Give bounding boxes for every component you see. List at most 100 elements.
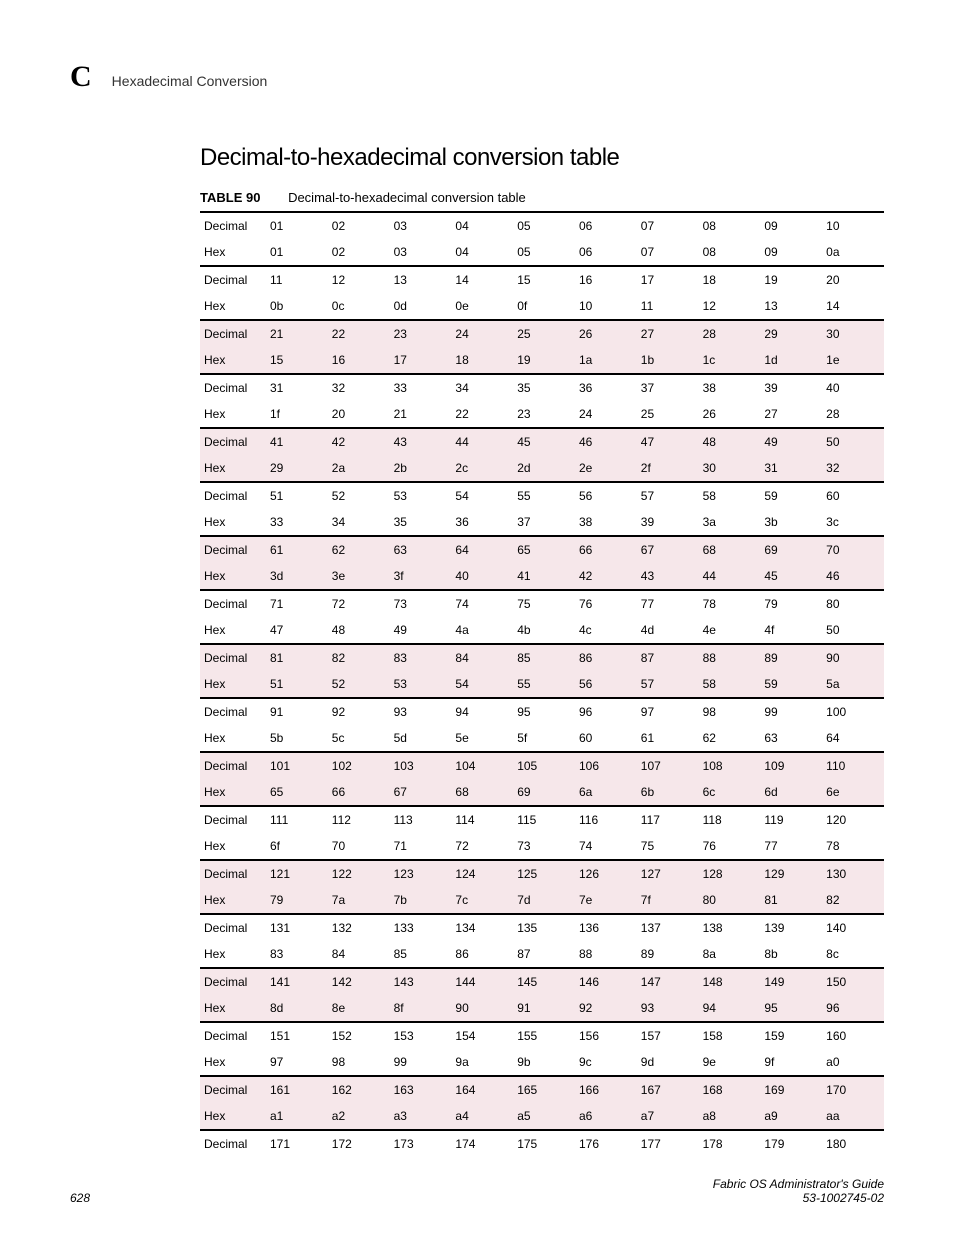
cell-hex: 47 — [266, 617, 328, 644]
cell-decimal: 137 — [637, 914, 699, 941]
cell-decimal: 72 — [328, 590, 390, 617]
row-label-hex: Hex — [200, 617, 266, 644]
cell-decimal: 47 — [637, 428, 699, 455]
cell-decimal: 26 — [575, 320, 637, 347]
cell-hex: 4b — [513, 617, 575, 644]
cell-hex: 03 — [390, 239, 452, 266]
cell-decimal: 180 — [822, 1130, 884, 1157]
cell-hex: 1a — [575, 347, 637, 374]
cell-hex: 77 — [760, 833, 822, 860]
cell-decimal: 63 — [390, 536, 452, 563]
cell-decimal: 151 — [266, 1022, 328, 1049]
cell-hex: 56 — [575, 671, 637, 698]
cell-decimal: 78 — [699, 590, 761, 617]
cell-decimal: 120 — [822, 806, 884, 833]
cell-decimal: 86 — [575, 644, 637, 671]
table-row: Hex0102030405060708090a — [200, 239, 884, 266]
appendix-letter: C — [70, 60, 92, 94]
cell-decimal: 15 — [513, 266, 575, 293]
cell-decimal: 42 — [328, 428, 390, 455]
cell-decimal: 23 — [390, 320, 452, 347]
cell-hex: 3f — [390, 563, 452, 590]
cell-decimal: 158 — [699, 1022, 761, 1049]
cell-decimal: 56 — [575, 482, 637, 509]
cell-decimal: 177 — [637, 1130, 699, 1157]
cell-decimal: 55 — [513, 482, 575, 509]
cell-decimal: 138 — [699, 914, 761, 941]
cell-decimal: 156 — [575, 1022, 637, 1049]
table-row: Decimal31323334353637383940 — [200, 374, 884, 401]
table-row: Hex333435363738393a3b3c — [200, 509, 884, 536]
cell-decimal: 139 — [760, 914, 822, 941]
cell-hex: 1d — [760, 347, 822, 374]
cell-hex: 29 — [266, 455, 328, 482]
row-label-decimal: Decimal — [200, 266, 266, 293]
cell-hex: 4c — [575, 617, 637, 644]
table-row: Decimal01020304050607080910 — [200, 212, 884, 239]
cell-decimal: 164 — [451, 1076, 513, 1103]
cell-decimal: 73 — [390, 590, 452, 617]
cell-decimal: 152 — [328, 1022, 390, 1049]
cell-decimal: 65 — [513, 536, 575, 563]
cell-decimal: 155 — [513, 1022, 575, 1049]
cell-decimal: 170 — [822, 1076, 884, 1103]
cell-decimal: 81 — [266, 644, 328, 671]
cell-decimal: 44 — [451, 428, 513, 455]
cell-hex: 82 — [822, 887, 884, 914]
cell-decimal: 11 — [266, 266, 328, 293]
row-label-hex: Hex — [200, 1049, 266, 1076]
cell-decimal: 119 — [760, 806, 822, 833]
cell-decimal: 131 — [266, 914, 328, 941]
page-footer: 628 Fabric OS Administrator's Guide 53-1… — [70, 1177, 884, 1205]
cell-hex: 67 — [390, 779, 452, 806]
cell-hex: 98 — [328, 1049, 390, 1076]
cell-hex: 7c — [451, 887, 513, 914]
row-label-decimal: Decimal — [200, 698, 266, 725]
cell-decimal: 16 — [575, 266, 637, 293]
cell-hex: 78 — [822, 833, 884, 860]
cell-decimal: 168 — [699, 1076, 761, 1103]
cell-decimal: 34 — [451, 374, 513, 401]
cell-decimal: 165 — [513, 1076, 575, 1103]
cell-hex: 96 — [822, 995, 884, 1022]
cell-decimal: 104 — [451, 752, 513, 779]
cell-decimal: 10 — [822, 212, 884, 239]
cell-hex: 90 — [451, 995, 513, 1022]
cell-decimal: 167 — [637, 1076, 699, 1103]
table-title: Decimal-to-hexadecimal conversion table — [288, 190, 526, 205]
cell-hex: 4d — [637, 617, 699, 644]
cell-hex: 69 — [513, 779, 575, 806]
cell-hex: 85 — [390, 941, 452, 968]
cell-hex: 01 — [266, 239, 328, 266]
row-label-decimal: Decimal — [200, 320, 266, 347]
cell-decimal: 92 — [328, 698, 390, 725]
cell-hex: 2c — [451, 455, 513, 482]
cell-decimal: 35 — [513, 374, 575, 401]
cell-hex: 25 — [637, 401, 699, 428]
cell-decimal: 109 — [760, 752, 822, 779]
cell-hex: 65 — [266, 779, 328, 806]
cell-decimal: 140 — [822, 914, 884, 941]
cell-hex: 91 — [513, 995, 575, 1022]
table-row: Decimal21222324252627282930 — [200, 320, 884, 347]
cell-hex: 94 — [699, 995, 761, 1022]
cell-hex: 1c — [699, 347, 761, 374]
cell-hex: 8d — [266, 995, 328, 1022]
cell-hex: 9a — [451, 1049, 513, 1076]
cell-hex: 64 — [822, 725, 884, 752]
cell-decimal: 150 — [822, 968, 884, 995]
cell-hex: 6c — [699, 779, 761, 806]
cell-decimal: 30 — [822, 320, 884, 347]
cell-hex: 21 — [390, 401, 452, 428]
cell-decimal: 19 — [760, 266, 822, 293]
cell-decimal: 102 — [328, 752, 390, 779]
cell-hex: 15 — [266, 347, 328, 374]
cell-decimal: 115 — [513, 806, 575, 833]
cell-decimal: 80 — [822, 590, 884, 617]
row-label-hex: Hex — [200, 293, 266, 320]
cell-decimal: 93 — [390, 698, 452, 725]
row-label-decimal: Decimal — [200, 752, 266, 779]
cell-decimal: 59 — [760, 482, 822, 509]
cell-hex: 0c — [328, 293, 390, 320]
cell-hex: 35 — [390, 509, 452, 536]
